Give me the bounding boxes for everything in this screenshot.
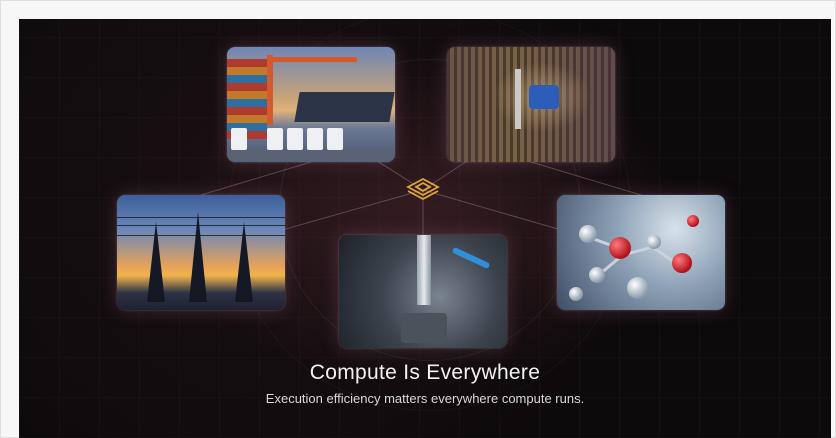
hero-subtitle: Execution efficiency matters everywhere … <box>265 391 585 406</box>
connector-port-power <box>200 161 312 196</box>
layered-chip-logo-icon <box>406 177 440 201</box>
connector-farm-molecules <box>530 161 642 196</box>
hero-slide: Compute Is Everywhere Execution efficien… <box>19 19 831 438</box>
hero-title: Compute Is Everywhere <box>309 361 541 384</box>
power-lines-image <box>117 195 285 310</box>
cnc-machining-image <box>339 235 507 348</box>
shipping-port-image <box>227 47 395 162</box>
agriculture-drone-image <box>447 47 615 162</box>
molecules-image <box>557 195 725 310</box>
